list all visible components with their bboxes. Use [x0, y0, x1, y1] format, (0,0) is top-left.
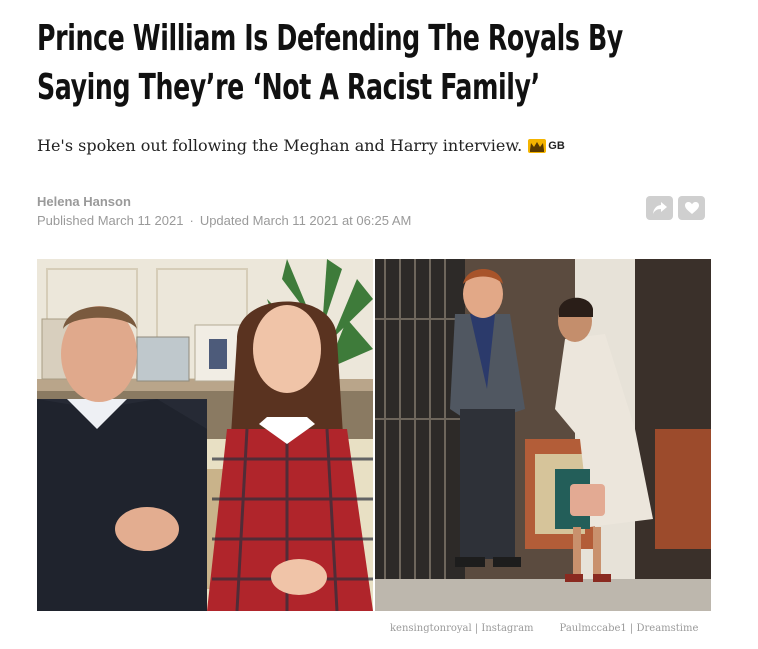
photo-credit-left[interactable]: kensingtonroyal | Instagram [390, 623, 534, 634]
photo-left-illustration [37, 259, 373, 611]
heart-icon [684, 202, 699, 214]
headline: Prince William Is Defending The Royals B… [37, 18, 623, 108]
date-separator: · [189, 213, 194, 228]
photo-left [37, 259, 373, 611]
updated-date: Updated March 11 2021 at 06:25 AM [199, 213, 412, 228]
edition-badge[interactable]: GB [528, 138, 565, 153]
crown-icon [528, 138, 547, 153]
article-actions [646, 196, 705, 220]
subheadline-row: He's spoken out following the Meghan and… [37, 136, 565, 155]
author-name[interactable]: Helena Hanson [37, 192, 411, 211]
photo-credit-right[interactable]: Paulmccabe1 | Dreamstime [560, 623, 699, 634]
dates: Published March 11 2021 · Updated March 11… [37, 211, 411, 230]
subheadline: He's spoken out following the Meghan and… [37, 136, 523, 155]
save-button[interactable] [678, 196, 705, 220]
byline: Helena Hanson Published March 11 2021 · Up… [37, 192, 411, 230]
photo-credits: kensingtonroyal | Instagram Paulmccabe1 … [390, 623, 698, 634]
published-date: Published March 11 2021 [37, 213, 184, 228]
edition-code: GB [548, 139, 565, 152]
photo-right [375, 259, 711, 611]
share-button[interactable] [646, 196, 673, 220]
article-photo [37, 259, 711, 611]
photo-right-illustration [375, 259, 711, 611]
share-icon [652, 202, 667, 214]
